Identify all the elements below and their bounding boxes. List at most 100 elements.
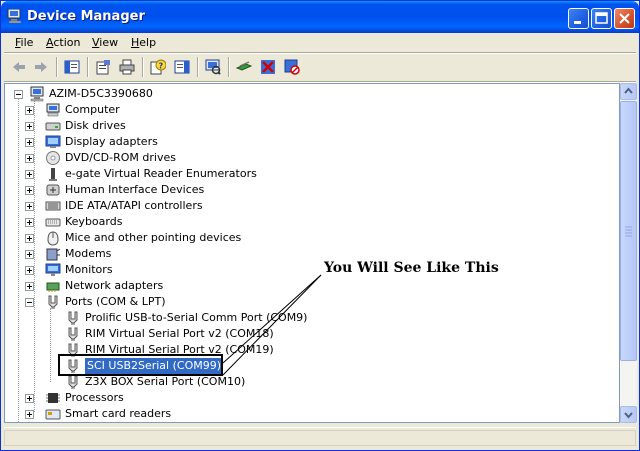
- expand-icon[interactable]: [25, 394, 34, 403]
- forward-button[interactable]: [30, 56, 52, 78]
- category-e-gate-virtual-reader-enumerators[interactable]: e-gate Virtual Reader Enumerators: [5, 166, 605, 182]
- category-human-interface-devices[interactable]: Human Interface Devices: [5, 182, 605, 198]
- category-monitors-label: Monitors: [65, 263, 113, 276]
- maximize-button[interactable]: [591, 8, 612, 29]
- category-ide-ata-atapi-controllers[interactable]: IDE ATA/ATAPI controllers: [5, 198, 605, 214]
- uninstall-icon: [261, 60, 275, 74]
- category-disk-drives[interactable]: Disk drives: [5, 118, 605, 134]
- category-network-adapters-label: Network adapters: [65, 279, 164, 292]
- expand-icon[interactable]: [25, 250, 34, 259]
- category-monitors[interactable]: Monitors: [5, 262, 605, 278]
- properties-icon: [96, 60, 110, 75]
- back-arrow-icon: [13, 62, 25, 72]
- tree-root[interactable]: AZIM-D5C3390680: [5, 86, 605, 102]
- expand-icon[interactable]: [25, 138, 34, 147]
- category-disk-drives-label: Disk drives: [65, 119, 126, 132]
- collapse-icon[interactable]: [25, 298, 34, 307]
- help-button[interactable]: ?: [147, 56, 169, 78]
- category-computer-label: Computer: [65, 103, 120, 116]
- minimize-button[interactable]: [568, 8, 589, 29]
- computer-icon: [30, 86, 44, 102]
- menu-help-label: elp: [139, 36, 157, 49]
- grip-icon: [625, 226, 632, 237]
- serial-port-icon: [68, 375, 78, 389]
- category-mice-and-other-pointing-devices[interactable]: Mice and other pointing devices: [5, 230, 605, 246]
- category-network-adapters[interactable]: Network adapters: [5, 278, 605, 294]
- category-mice-and-other-pointing-devices-label: Mice and other pointing devices: [65, 231, 242, 244]
- scan-hardware-changes-button[interactable]: [202, 56, 224, 78]
- back-button[interactable]: [8, 56, 30, 78]
- disable-icon: [284, 59, 300, 75]
- show-hide-console-tree-button[interactable]: [61, 56, 83, 78]
- vertical-scrollbar[interactable]: [620, 83, 637, 423]
- menu-view-label: iew: [99, 36, 119, 49]
- status-panel: [4, 430, 636, 446]
- properties-button[interactable]: [92, 56, 114, 78]
- category-smart-card-readers[interactable]: Smart card readers: [5, 406, 605, 422]
- collapse-icon[interactable]: [14, 90, 23, 99]
- network-icon: [46, 282, 60, 292]
- port-item[interactable]: Prolific USB-to-Serial Comm Port (COM9): [5, 310, 605, 326]
- expand-icon[interactable]: [25, 106, 34, 115]
- print-button[interactable]: [116, 56, 138, 78]
- update-driver-button[interactable]: [233, 56, 255, 78]
- category-modems-label: Modems: [65, 247, 112, 260]
- expand-icon[interactable]: [25, 122, 34, 131]
- category-computer[interactable]: Computer: [5, 102, 605, 118]
- toolbar-separator: [87, 57, 89, 77]
- expand-icon[interactable]: [25, 282, 34, 291]
- status-bar: [4, 427, 636, 448]
- menu-help[interactable]: Help: [131, 36, 156, 49]
- cpu-icon: [46, 393, 60, 403]
- toolbar-separator: [56, 57, 58, 77]
- scroll-down-button[interactable]: [620, 406, 637, 423]
- expand-icon[interactable]: [25, 218, 34, 227]
- computer-icon: [46, 103, 60, 117]
- category-processors[interactable]: Processors: [5, 390, 605, 406]
- menu-action[interactable]: Action: [46, 36, 80, 49]
- menu-view[interactable]: View: [92, 36, 118, 49]
- uninstall-button[interactable]: [257, 56, 279, 78]
- toolbar: ?: [4, 53, 636, 81]
- expand-icon[interactable]: [25, 154, 34, 163]
- port-item[interactable]: RIM Virtual Serial Port v2 (COM18): [5, 326, 605, 342]
- help-icon: ?: [150, 59, 166, 75]
- ide-icon: [45, 201, 61, 211]
- category-ports-com-lpt-label: Ports (COM & LPT): [65, 295, 166, 308]
- scan-hardware-icon: [205, 59, 221, 75]
- port-item-label: Z3X BOX Serial Port (COM10): [85, 375, 246, 388]
- show-hide-action-pane-button[interactable]: [171, 56, 193, 78]
- highlight-box: [58, 354, 223, 376]
- dvd-icon: [46, 151, 60, 165]
- computer-icon: [7, 9, 22, 23]
- action-pane-icon: [174, 60, 190, 74]
- expand-icon[interactable]: [25, 186, 34, 195]
- expand-icon[interactable]: [25, 234, 34, 243]
- device-manager-window: Device Manager File Action View Help ? A…: [0, 0, 640, 451]
- close-button[interactable]: [614, 8, 635, 29]
- category-dvd-cd-rom-drives[interactable]: DVD/CD-ROM drives: [5, 150, 605, 166]
- category-display-adapters-label: Display adapters: [65, 135, 158, 148]
- expand-icon[interactable]: [25, 410, 34, 419]
- scroll-up-button[interactable]: [620, 83, 637, 100]
- scroll-thumb[interactable]: [620, 101, 637, 361]
- menu-file[interactable]: File: [15, 36, 33, 49]
- menu-bar: File Action View Help: [4, 33, 636, 52]
- port-icon: [48, 295, 58, 309]
- hid-icon: [46, 184, 60, 196]
- category-keyboards[interactable]: Keyboards: [5, 214, 605, 230]
- category-modems[interactable]: Modems: [5, 246, 605, 262]
- expand-icon[interactable]: [25, 266, 34, 275]
- monitor-icon: [45, 263, 61, 276]
- title-bar[interactable]: Device Manager: [1, 1, 639, 33]
- mouse-icon: [47, 231, 59, 246]
- expand-icon[interactable]: [25, 202, 34, 211]
- port-item[interactable]: Z3X BOX Serial Port (COM10): [5, 374, 605, 390]
- menu-action-label: ction: [53, 36, 81, 49]
- expand-icon[interactable]: [25, 170, 34, 179]
- disable-button[interactable]: [281, 56, 303, 78]
- category-display-adapters[interactable]: Display adapters: [5, 134, 605, 150]
- category-e-gate-virtual-reader-enumerators-label: e-gate Virtual Reader Enumerators: [65, 167, 257, 180]
- port-item-label: Prolific USB-to-Serial Comm Port (COM9): [85, 311, 308, 324]
- category-ports-com-lpt[interactable]: Ports (COM & LPT): [5, 294, 605, 310]
